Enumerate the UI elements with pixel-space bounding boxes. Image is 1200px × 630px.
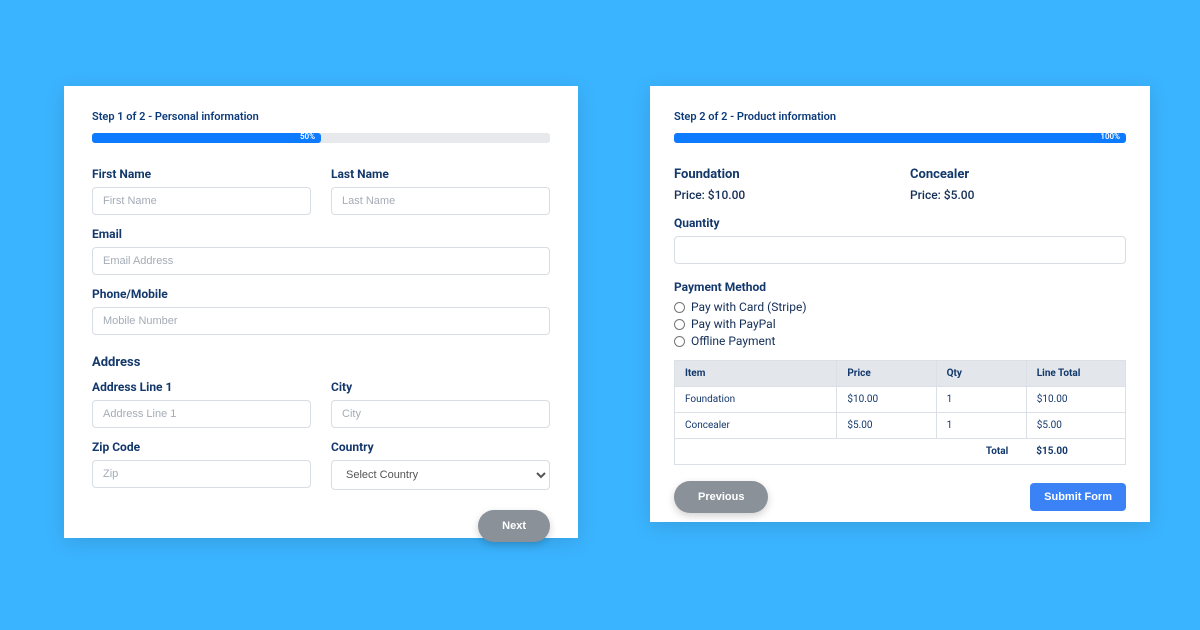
step2-card: Step 2 of 2 - Product information 100% F… — [650, 86, 1150, 522]
step2-progress: 100% — [674, 133, 1126, 143]
pay-stripe-row[interactable]: Pay with Card (Stripe) — [674, 300, 1126, 314]
addr1-label: Address Line 1 — [92, 380, 311, 394]
payment-method-label: Payment Method — [674, 280, 1126, 294]
pay-paypal-row[interactable]: Pay with PayPal — [674, 317, 1126, 331]
first-name-label: First Name — [92, 167, 311, 181]
submit-form-button[interactable]: Submit Form — [1030, 483, 1126, 511]
pay-paypal-label: Pay with PayPal — [691, 317, 776, 331]
table-row: Concealer $5.00 1 $5.00 — [675, 413, 1126, 439]
table-row: Foundation $10.00 1 $10.00 — [675, 387, 1126, 413]
step1-progress-label: 50% — [300, 132, 317, 142]
next-button[interactable]: Next — [478, 510, 550, 542]
addr1-input[interactable] — [92, 400, 311, 428]
step1-progress-fill: 50% — [92, 133, 321, 143]
pay-stripe-radio[interactable] — [674, 302, 685, 313]
address-section-label: Address — [92, 355, 550, 370]
country-label: Country — [331, 440, 550, 454]
pay-offline-label: Offline Payment — [691, 334, 775, 348]
phone-input[interactable] — [92, 307, 550, 335]
email-label: Email — [92, 227, 550, 241]
pay-offline-row[interactable]: Offline Payment — [674, 334, 1126, 348]
pay-paypal-radio[interactable] — [674, 319, 685, 330]
total-row: Total $15.00 — [675, 439, 1126, 465]
product-a-price: Price: $10.00 — [674, 188, 890, 202]
city-label: City — [331, 380, 550, 394]
product-b-name: Concealer — [910, 167, 1126, 182]
th-item: Item — [675, 361, 837, 387]
previous-button[interactable]: Previous — [674, 481, 768, 513]
phone-label: Phone/Mobile — [92, 287, 550, 301]
th-qty: Qty — [936, 361, 1026, 387]
step2-progress-fill: 100% — [674, 133, 1126, 143]
th-price: Price — [837, 361, 936, 387]
step1-progress: 50% — [92, 133, 550, 143]
summary-table: Item Price Qty Line Total Foundation $10… — [674, 360, 1126, 465]
total-label: Total — [675, 439, 1027, 465]
last-name-label: Last Name — [331, 167, 550, 181]
th-line-total: Line Total — [1026, 361, 1125, 387]
city-input[interactable] — [331, 400, 550, 428]
zip-label: Zip Code — [92, 440, 311, 454]
email-input[interactable] — [92, 247, 550, 275]
country-select[interactable]: Select Country — [331, 460, 550, 490]
pay-offline-radio[interactable] — [674, 336, 685, 347]
total-value: $15.00 — [1026, 439, 1125, 465]
quantity-label: Quantity — [674, 216, 1126, 230]
product-b-price: Price: $5.00 — [910, 188, 1126, 202]
zip-input[interactable] — [92, 460, 311, 488]
last-name-input[interactable] — [331, 187, 550, 215]
step2-progress-label: 100% — [1100, 132, 1122, 142]
step2-title: Step 2 of 2 - Product information — [674, 110, 1126, 123]
step1-card: Step 1 of 2 - Personal information 50% F… — [64, 86, 578, 538]
quantity-input[interactable] — [674, 236, 1126, 264]
first-name-input[interactable] — [92, 187, 311, 215]
step1-title: Step 1 of 2 - Personal information — [92, 110, 550, 123]
product-a-name: Foundation — [674, 167, 890, 182]
pay-stripe-label: Pay with Card (Stripe) — [691, 300, 807, 314]
